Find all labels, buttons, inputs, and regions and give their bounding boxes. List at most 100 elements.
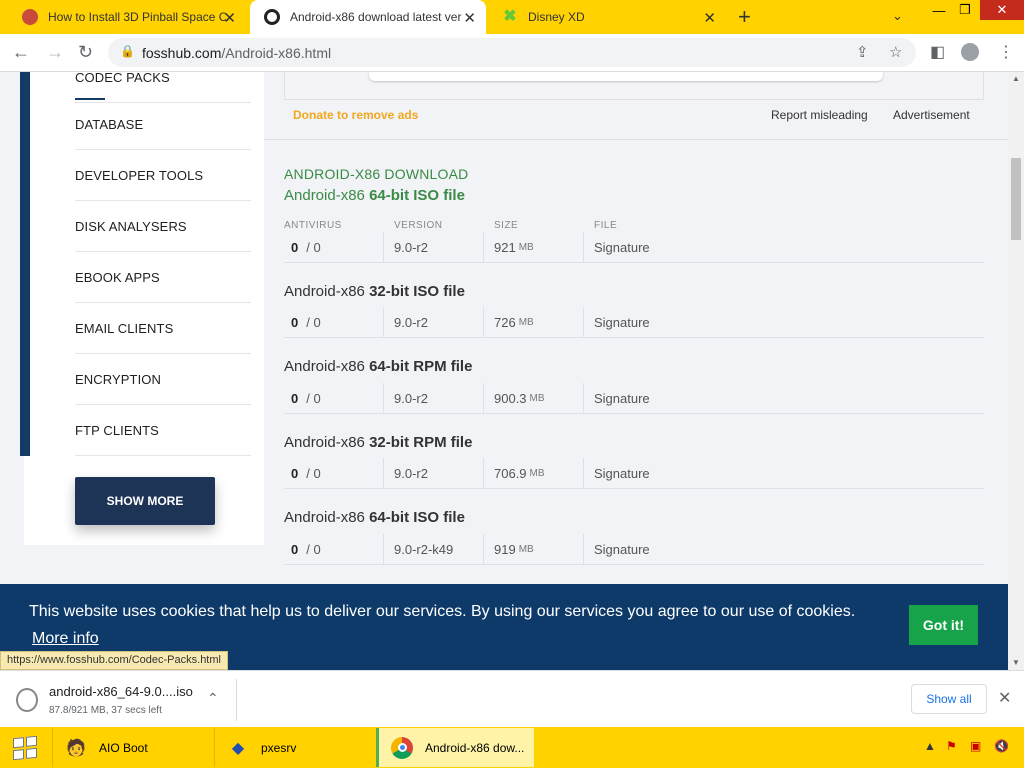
antivirus-cell[interactable]: 0 / 0 [284, 232, 384, 262]
sidebar-item-ebook-apps[interactable]: EBOOK APPS [75, 252, 251, 303]
file-title[interactable]: Android-x86 64-bit ISO file [284, 509, 465, 526]
sidebar-item-developer-tools[interactable]: DEVELOPER TOOLS [75, 150, 251, 201]
section-divider [264, 139, 1008, 140]
lock-icon[interactable]: 🔒 [120, 44, 135, 58]
sidebar-item-ftp-clients[interactable]: FTP CLIENTS [75, 405, 251, 456]
url-text[interactable]: fosshub.com/Android-x86.html [142, 45, 331, 61]
signature-link[interactable]: Signature [584, 458, 684, 488]
aio-boot-app-icon: 🧑 [66, 739, 86, 757]
antivirus-cell[interactable]: 0 / 0 [284, 534, 384, 564]
file-type: 64-bit ISO file [369, 509, 465, 526]
signature-link[interactable]: Signature [584, 232, 684, 262]
scroll-up-arrow-icon[interactable]: ▲ [1012, 74, 1020, 83]
profile-avatar-icon[interactable] [961, 43, 979, 66]
sidebar-item-label: ENCRYPTION [75, 371, 161, 387]
tab-disney-xd[interactable]: ✖ Disney XD ✕ [488, 0, 726, 34]
tray-network-icon[interactable]: ▣ [970, 739, 981, 753]
file-title[interactable]: Android-x86 32-bit RPM file [284, 434, 472, 451]
back-arrow-icon[interactable]: ← [12, 42, 30, 63]
close-icon[interactable]: ✕ [463, 9, 476, 27]
file-title[interactable]: Android-x86 64-bit RPM file [284, 358, 472, 375]
version-cell: 9.0-r2-k49 [384, 534, 484, 564]
report-misleading-link[interactable]: Report misleading [771, 108, 868, 122]
page-scrollbar[interactable]: ▲ ▼ [1008, 72, 1024, 670]
taskbar-item-pxesrv[interactable]: ◆ pxesrv [214, 728, 374, 767]
new-tab-plus-icon[interactable]: + [738, 4, 751, 30]
column-header-file: FILE [594, 220, 618, 231]
address-bar[interactable]: 🔒 fosshub.com/Android-x86.html ⇪ ☆ [108, 38, 916, 67]
file-title[interactable]: Android-x86 32-bit ISO file [284, 283, 465, 300]
size-value: 726 [494, 314, 516, 330]
status-bar-url: https://www.fosshub.com/Codec-Packs.html [0, 651, 228, 670]
size-unit: MB [529, 467, 545, 479]
size-cell: 919 MB [484, 534, 584, 564]
column-header-size: SIZE [494, 220, 519, 231]
more-info-link[interactable]: More info [32, 630, 99, 648]
table-row: 0 / 0 9.0-r2 706.9 MB Signature [284, 458, 984, 489]
antivirus-cell[interactable]: 0 / 0 [284, 307, 384, 337]
size-cell: 706.9 MB [484, 458, 584, 488]
download-filename[interactable]: android-x86_64-9.0....iso [49, 684, 193, 699]
start-button[interactable] [6, 733, 44, 763]
tab-pinball[interactable]: How to Install 3D Pinball Space C ✕ [8, 0, 246, 34]
donate-link[interactable]: Donate to remove ads [293, 108, 418, 122]
close-icon[interactable]: ✕ [223, 9, 236, 27]
file-name: Android-x86 [284, 509, 365, 526]
antivirus-cell[interactable]: 0 / 0 [284, 458, 384, 488]
advertisement-box [284, 72, 984, 100]
file-name: Android-x86 [284, 434, 365, 451]
show-more-button[interactable]: SHOW MORE [75, 477, 215, 525]
sidebar-item-disk-analysers[interactable]: DISK ANALYSERS [75, 201, 251, 252]
tab-search-chevron-icon[interactable]: ⌄ [892, 8, 903, 24]
share-icon[interactable]: ⇪ [856, 43, 869, 61]
browser-toolbar: ← → ↻ 🔒 fosshub.com/Android-x86.html ⇪ ☆… [0, 34, 1024, 72]
file-type: 64-bit RPM file [369, 358, 473, 375]
file-name: Android-x86 [284, 358, 365, 375]
download-header: ANDROID-X86 DOWNLOAD [284, 166, 469, 182]
bookmark-star-icon[interactable]: ☆ [889, 43, 902, 61]
signature-link[interactable]: Signature [584, 307, 684, 337]
sidebar-item-label: CODEC PACKS [75, 72, 170, 85]
download-progress-text: 87.8/921 MB, 37 secs left [49, 705, 162, 716]
taskbar-item-aio-boot[interactable]: 🧑 AIO Boot [52, 728, 212, 767]
tray-flag-icon[interactable]: ⚑ [946, 739, 957, 753]
signature-link[interactable]: Signature [584, 534, 684, 564]
signature-link[interactable]: Signature [584, 383, 684, 413]
table-row: 0 / 0 9.0-r2-k49 919 MB Signature [284, 534, 984, 565]
size-cell: 726 MB [484, 307, 584, 337]
restore-icon[interactable]: ❐ [950, 0, 980, 20]
tab-android-x86[interactable]: Android-x86 download latest ver ✕ [250, 0, 486, 34]
column-header-version: VERSION [394, 220, 443, 231]
version-cell: 9.0-r2 [384, 383, 484, 413]
fosshub-favicon-icon [264, 9, 280, 25]
antivirus-total: / 0 [306, 390, 321, 406]
antivirus-cell[interactable]: 0 / 0 [284, 383, 384, 413]
size-unit: MB [529, 392, 545, 404]
sidebar-item-encryption[interactable]: ENCRYPTION [75, 354, 251, 405]
sidebar-item-label: DATABASE [75, 116, 144, 132]
file-type: 32-bit RPM file [369, 434, 473, 451]
sidebar-accent-bar [20, 72, 30, 456]
taskbar-item-chrome[interactable]: Android-x86 dow... [376, 728, 534, 767]
antivirus-total: / 0 [306, 465, 321, 481]
pinball-favicon-icon [22, 9, 38, 25]
scrollbar-thumb[interactable] [1011, 158, 1021, 240]
got-it-button[interactable]: Got it! [909, 605, 978, 645]
chevron-up-icon[interactable]: ⌃ [207, 690, 219, 707]
sidebar-item-database[interactable]: DATABASE [75, 99, 251, 150]
forward-arrow-icon[interactable]: → [46, 42, 64, 63]
close-shelf-icon[interactable]: ✕ [998, 688, 1011, 708]
tray-volume-muted-icon[interactable]: 🔇 [994, 739, 1009, 753]
file-title[interactable]: Android-x86 64-bit ISO file [284, 187, 465, 204]
menu-kebab-icon[interactable]: ⋮ [998, 42, 1014, 62]
scroll-down-arrow-icon[interactable]: ▼ [1012, 658, 1020, 667]
reload-icon[interactable]: ↻ [78, 42, 93, 63]
taskbar-item-label: Android-x86 dow... [425, 740, 525, 755]
show-all-button[interactable]: Show all [911, 684, 987, 714]
table-row: 0 / 0 9.0-r2 900.3 MB Signature [284, 383, 984, 414]
tray-expand-icon[interactable]: ▲ [924, 739, 936, 753]
window-close-icon[interactable]: ✕ [980, 0, 1024, 20]
close-icon[interactable]: ✕ [703, 9, 716, 27]
sidebar-item-email-clients[interactable]: EMAIL CLIENTS [75, 303, 251, 354]
side-panel-icon[interactable]: ◧ [930, 42, 945, 62]
